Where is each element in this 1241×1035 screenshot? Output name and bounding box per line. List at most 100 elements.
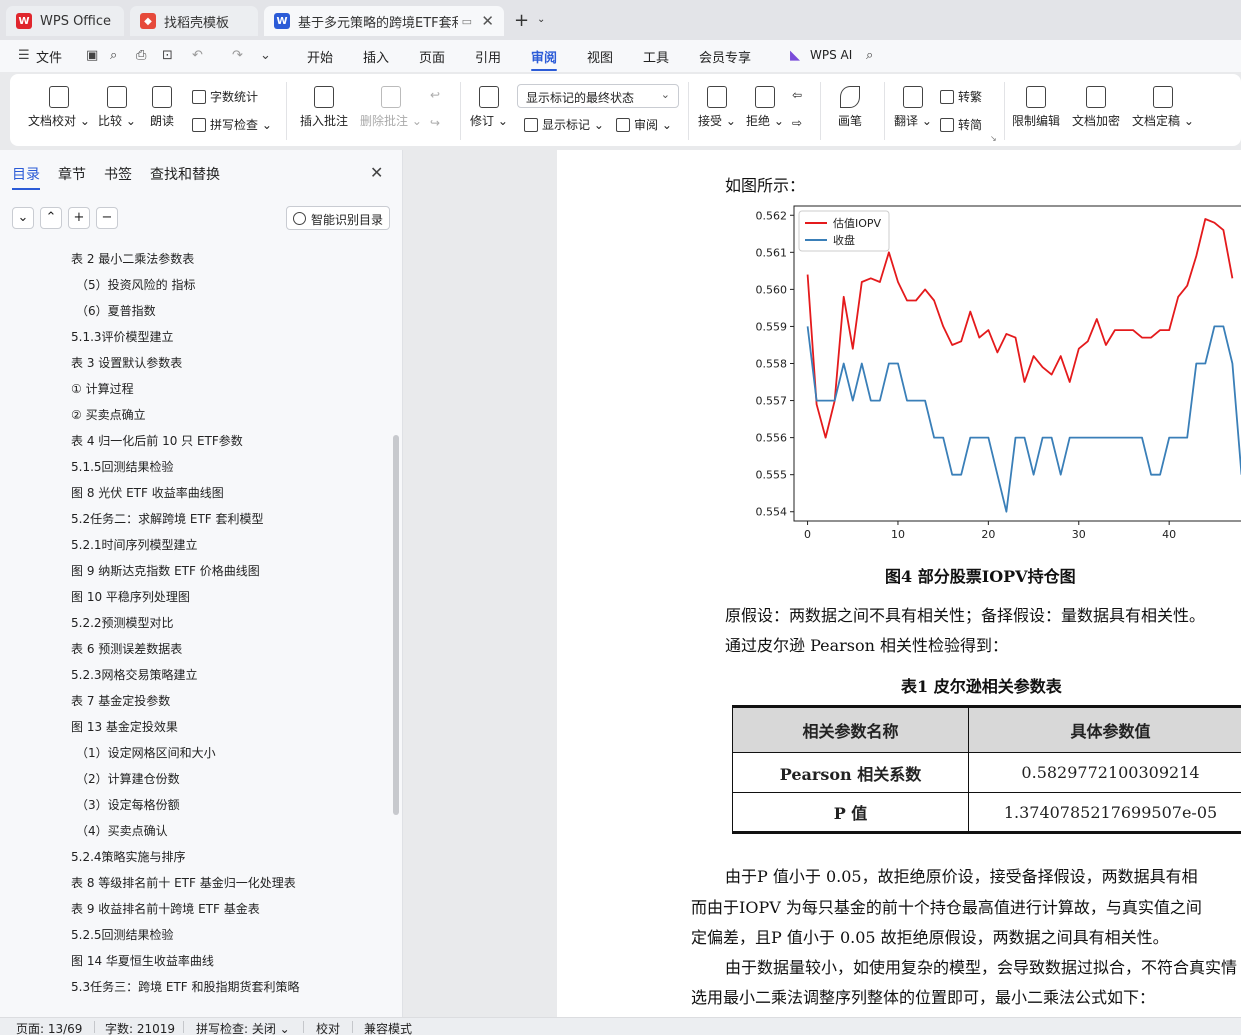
toc-item[interactable]: 表 8 等级排名前十 ETF 基金归一化处理表 (71, 874, 296, 891)
to-simplified-button[interactable]: 转简 (940, 116, 982, 133)
tab-chapters[interactable]: 章节 (58, 164, 86, 184)
search-icon[interactable]: ⌕ (866, 48, 873, 63)
more-chevron-icon[interactable]: ⌄ (260, 48, 271, 63)
toc-item[interactable]: 图 13 基金定投效果 (71, 718, 178, 735)
toc-item[interactable]: 5.1.3评价模型建立 (71, 328, 174, 345)
toc-item[interactable]: ① 计算过程 (71, 380, 134, 397)
toc-item[interactable]: （1）设定网格区间和大小 (76, 744, 216, 761)
toc-item[interactable]: （4）买卖点确认 (76, 822, 168, 839)
doc-check-button[interactable]: 文档校对 ⌄ (28, 86, 90, 129)
toc-item[interactable]: 5.2.5回测结果检验 (71, 926, 174, 943)
delete-comment-button[interactable]: 删除批注 ⌄ (360, 86, 422, 129)
toc-item[interactable]: 图 9 纳斯达克指数 ETF 价格曲线图 (71, 562, 260, 579)
toc-item[interactable]: 表 4 归一化后前 10 只 ETF参数 (71, 432, 243, 449)
tab-template[interactable]: ◆ 找稻壳模板 (130, 6, 258, 36)
toc-item[interactable]: 5.2.2预测模型对比 (71, 614, 174, 631)
toc-item[interactable]: ② 买卖点确立 (71, 406, 146, 423)
wps-ai-icon[interactable]: ◣ (790, 48, 800, 63)
read-aloud-button[interactable]: 朗读 (150, 86, 174, 129)
toc-item[interactable]: 5.3任务三：跨境 ETF 和股指期货套利策略 (71, 978, 300, 995)
accept-button[interactable]: 接受 ⌄ (698, 86, 736, 129)
redo-icon[interactable]: ↷ (232, 48, 243, 63)
to-traditional-button[interactable]: 转繁 (940, 88, 982, 105)
menu-home[interactable]: 开始 (307, 47, 333, 66)
tab-wps-office[interactable]: W WPS Office (6, 6, 124, 36)
toc-item[interactable]: 表 2 最小二乘法参数表 (71, 250, 194, 267)
toc-item[interactable]: 表 6 预测误差数据表 (71, 640, 182, 657)
next-comment-icon[interactable]: ↪ (430, 116, 440, 130)
add-heading-icon[interactable]: + (68, 207, 90, 229)
toc-item[interactable]: （6）夏普指数 (76, 302, 156, 319)
remove-heading-icon[interactable]: − (96, 207, 118, 229)
share-icon[interactable]: ⌕ (110, 48, 117, 63)
word-count-indicator[interactable]: 字数: 21019 (105, 1020, 175, 1035)
toc-item[interactable]: 5.2.1时间序列模型建立 (71, 536, 198, 553)
table-cell: P 值 (732, 792, 969, 834)
menu-wps-ai[interactable]: WPS AI (810, 48, 852, 62)
menu-review[interactable]: 审阅 (531, 47, 558, 71)
menu-reference[interactable]: 引用 (475, 47, 501, 66)
encrypt-button[interactable]: 文档加密 (1072, 86, 1120, 129)
hamburger-icon[interactable]: ☰ (18, 48, 30, 63)
tab-bookmarks[interactable]: 书签 (104, 164, 132, 184)
insert-comment-button[interactable]: 插入批注 (300, 86, 348, 129)
translate-button[interactable]: 翻译 ⌄ (894, 86, 932, 129)
menu-insert[interactable]: 插入 (363, 47, 389, 66)
reject-icon (754, 86, 775, 108)
toc-item[interactable]: 5.1.5回测结果检验 (71, 458, 174, 475)
dialog-launcher-icon[interactable]: ↘ (990, 134, 997, 143)
table-header-row: 相关参数名称 具体参数值 (732, 705, 1241, 753)
toc-item[interactable]: 表 7 基金定投参数 (71, 692, 170, 709)
collapse-icon[interactable]: ⌄ (12, 207, 34, 229)
undo-icon[interactable]: ↶ (192, 48, 203, 63)
review-pane-button[interactable]: 审阅 ⌄ (616, 116, 672, 133)
toc-item[interactable]: 表 3 设置默认参数表 (71, 354, 182, 371)
toc-item[interactable]: 图 10 平稳序列处理图 (71, 588, 190, 605)
print-icon[interactable]: ⎙ (136, 48, 146, 63)
toc-item[interactable]: 图 8 光伏 ETF 收益率曲线图 (71, 484, 224, 501)
word-count-button[interactable]: 字数统计 (192, 88, 258, 105)
tab-find-replace[interactable]: 查找和替换 (150, 164, 220, 184)
prev-change-icon[interactable]: ⇦ (792, 88, 802, 102)
chevron-down-icon[interactable]: ⌄ (537, 14, 545, 25)
menu-tools[interactable]: 工具 (643, 47, 669, 66)
new-tab-icon[interactable]: + (514, 10, 529, 31)
menu-member[interactable]: 会员专享 (699, 47, 751, 66)
display-mode-select[interactable]: 显示标记的最终状态 ⌄ (517, 84, 679, 108)
expand-up-icon[interactable]: ⌃ (40, 207, 62, 229)
toc-item[interactable]: （2）计算建仓份数 (76, 770, 180, 787)
save-icon[interactable]: ▣ (86, 48, 98, 63)
reject-button[interactable]: 拒绝 ⌄ (746, 86, 784, 129)
smart-toc-button[interactable]: 智能识别目录 (286, 206, 390, 230)
spell-check-status[interactable]: 拼写检查: 关闭 ⌄ (196, 1020, 290, 1035)
toc-item[interactable]: 5.2.3网格交易策略建立 (71, 666, 198, 683)
pen-button[interactable]: 画笔 (838, 86, 862, 129)
prev-comment-icon[interactable]: ↩ (430, 88, 440, 102)
menu-file[interactable]: 文件 (36, 47, 62, 66)
toc-item[interactable]: （3）设定每格份额 (76, 796, 180, 813)
close-tab-icon[interactable]: ✕ (481, 12, 494, 30)
toc-item[interactable]: 表 9 收益排名前十跨境 ETF 基金表 (71, 900, 260, 917)
show-markup-button[interactable]: 显示标记 ⌄ (524, 116, 604, 133)
print-preview-icon[interactable]: ⊡ (162, 48, 173, 63)
spell-check-button[interactable]: 拼写检查 ⌄ (192, 116, 272, 133)
tab-toc[interactable]: 目录 (12, 164, 40, 190)
toc-item[interactable]: 5.2.4策略实施与排序 (71, 848, 186, 865)
next-change-icon[interactable]: ⇨ (792, 116, 802, 130)
toc-scrollbar[interactable] (393, 435, 399, 815)
menu-view[interactable]: 视图 (587, 47, 613, 66)
toc-item[interactable]: 图 14 华夏恒生收益率曲线 (71, 952, 214, 969)
tab-document[interactable]: W 基于多元策略的跨境ETF套利策 ▭ ✕ (264, 6, 504, 36)
restrict-edit-button[interactable]: 限制编辑 (1012, 86, 1060, 129)
finalize-button[interactable]: 文档定稿 ⌄ (1132, 86, 1194, 129)
menu-page[interactable]: 页面 (419, 47, 445, 66)
x-tick-label: 20 (981, 528, 995, 541)
toc-item[interactable]: （5）投资风险的 指标 (76, 276, 195, 293)
page-indicator[interactable]: 页面: 13/69 (16, 1020, 82, 1035)
compare-button[interactable]: 比较 ⌄ (98, 86, 136, 129)
close-pane-icon[interactable]: ✕ (370, 163, 383, 182)
revise-button[interactable]: 修订 ⌄ (470, 86, 508, 129)
delete-comment-icon (380, 86, 401, 108)
proof-status[interactable]: 校对 (316, 1020, 340, 1035)
toc-item[interactable]: 5.2任务二：求解跨境 ETF 套利模型 (71, 510, 264, 527)
